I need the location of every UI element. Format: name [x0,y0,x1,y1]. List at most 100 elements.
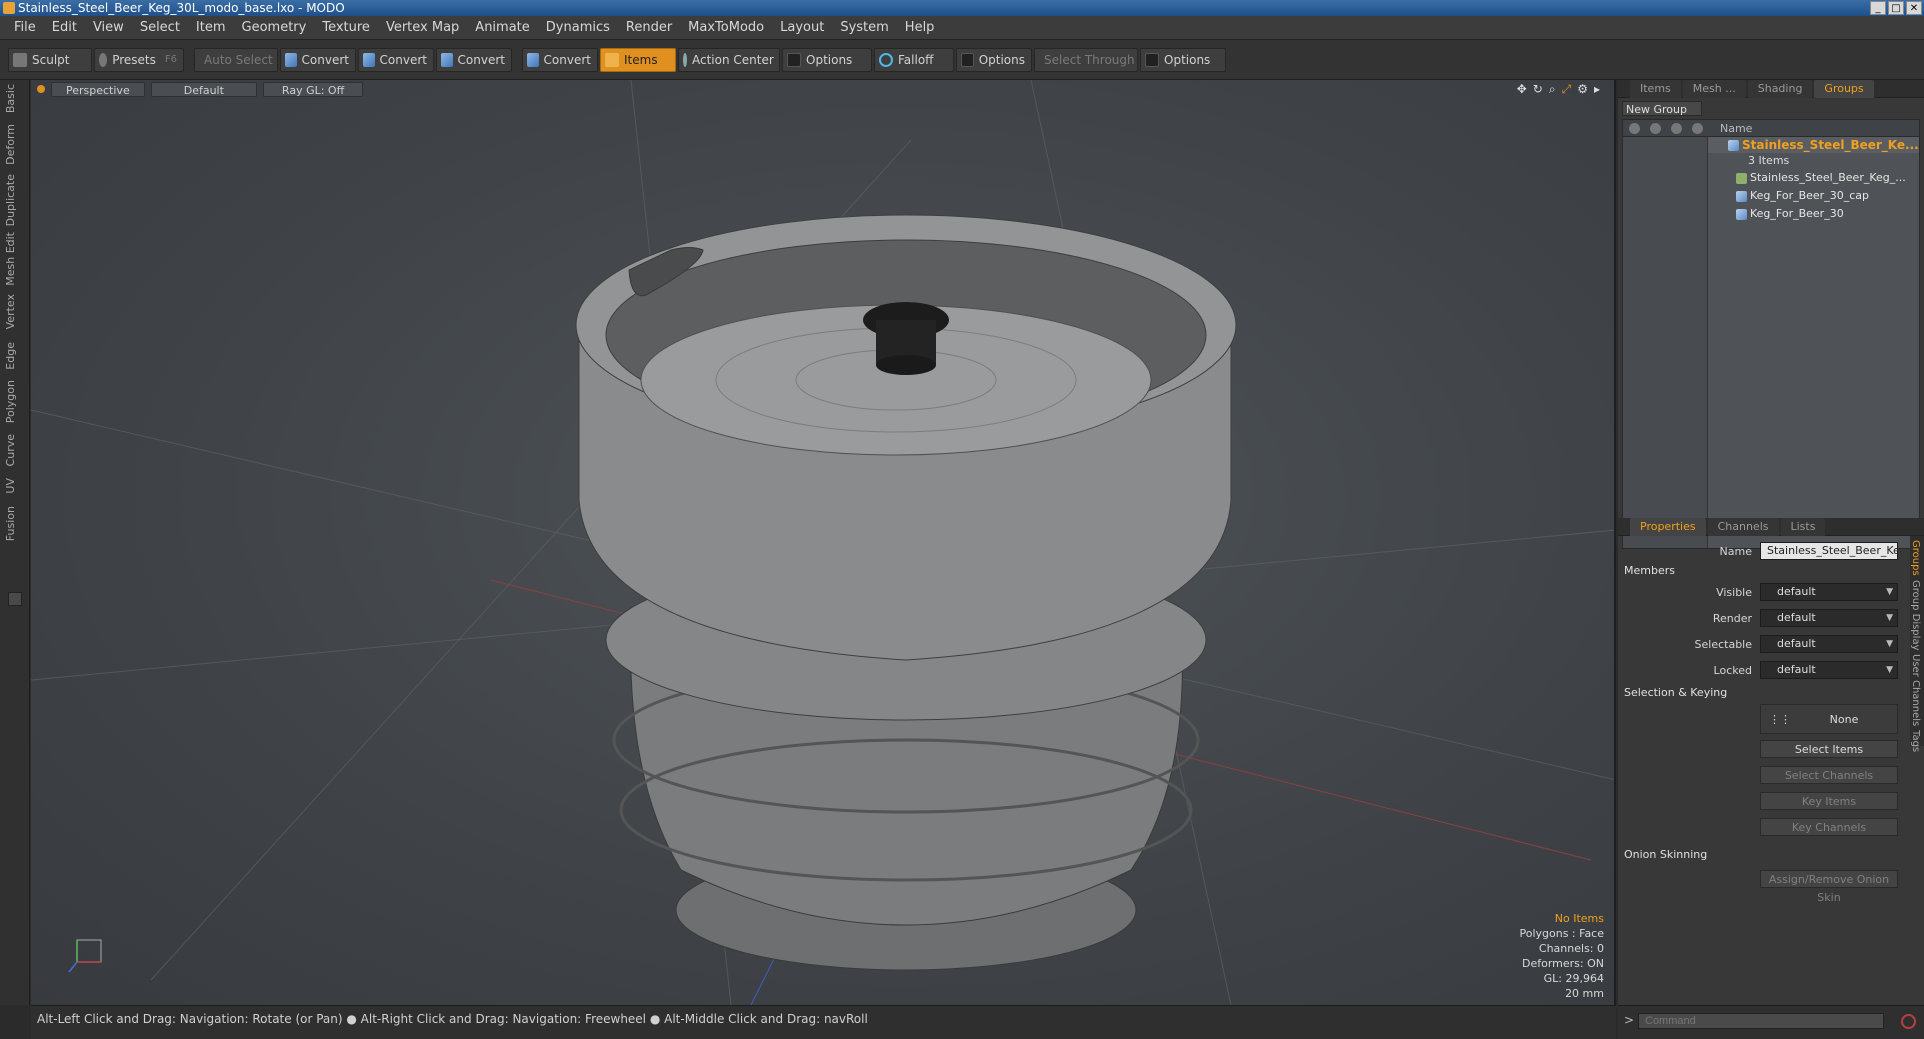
menu-file[interactable]: File [6,16,44,40]
group-count: 3 Items [1748,154,1790,167]
menu-select[interactable]: Select [132,16,188,40]
lock-icon[interactable] [1671,122,1682,134]
menu-render[interactable]: Render [618,16,680,40]
status-bar: Alt-Left Click and Drag: Navigation: Rot… [31,1005,1616,1039]
members-section[interactable]: Members [1624,564,1675,577]
name-column-header[interactable]: Name [1708,122,1752,135]
sculpt-button[interactable]: Sculpt [8,47,92,72]
view-type-dropdown[interactable]: Perspective [51,81,145,97]
convert-edges-button[interactable]: Convert [358,47,434,72]
maximize-button[interactable]: □ [1888,1,1904,15]
action-center-button[interactable]: Action Center [678,47,780,72]
raygl-toggle[interactable]: Ray GL: Off [262,81,364,97]
menu-maxtomodo[interactable]: MaxToModo [680,16,772,40]
new-group-button[interactable]: New Group [1622,101,1702,116]
zoom-icon[interactable]: ⌕ [1549,82,1556,97]
auto-select-button[interactable]: Auto Select [194,47,278,72]
beer-keg-mesh[interactable] [575,214,1237,971]
menu-vertex-map[interactable]: Vertex Map [378,16,467,40]
tab-channels[interactable]: Channels [1707,517,1779,536]
menu-layout[interactable]: Layout [772,16,832,40]
viewport-header: Perspective Default Ray GL: Off [31,80,1614,98]
groups-list[interactable]: Name Stainless_Steel_Beer_Ke... 3 Items … [1622,119,1920,549]
onion-skinning-section[interactable]: Onion Skinning [1624,848,1707,861]
tab-groups[interactable]: Groups [1814,79,1874,98]
tab-duplicate[interactable]: Duplicate [4,174,26,226]
selection-mode-button[interactable]: ⋮⋮ None [1760,704,1898,734]
presets-button[interactable]: Presets F6 [94,47,184,72]
falloff-button[interactable]: Falloff [874,47,954,72]
selection-keying-section[interactable]: Selection & Keying [1624,686,1727,699]
assign-onion-skin-button[interactable]: Assign/Remove Onion Skin [1760,870,1898,904]
key-channels-button[interactable]: Key Channels [1760,818,1898,836]
rotate-icon[interactable]: ↻ [1533,82,1543,97]
convert-polygons-button[interactable]: Convert [436,47,512,72]
3d-viewport[interactable]: Perspective Default Ray GL: Off ✥ ↻ ⌕ ⤢ … [31,80,1616,1005]
render-icon[interactable] [1650,122,1661,134]
falloff-options-button[interactable]: Options [956,47,1032,72]
side-tab-tags[interactable]: Tags [1910,730,1921,752]
tab-uv[interactable]: UV [4,478,26,494]
key-items-button[interactable]: Key Items [1760,792,1898,810]
groups-panel-tabs: Items Mesh ... Shading Groups [1618,79,1924,98]
side-tab-group-display[interactable]: Group Display [1910,580,1921,650]
menu-dynamics[interactable]: Dynamics [538,16,618,40]
tab-items[interactable]: Items [1630,79,1681,98]
tab-vertex[interactable]: Vertex [4,294,26,329]
list-item[interactable]: Keg_For_Beer_30 [1708,206,1919,222]
menu-help[interactable]: Help [897,16,943,40]
tab-mesh-edit[interactable]: Mesh Edit [4,232,26,286]
select-items-button[interactable]: Select Items [1760,740,1898,758]
menu-system[interactable]: System [832,16,896,40]
viewport-options-icon[interactable] [37,85,45,93]
minimize-button[interactable]: _ [1870,1,1886,15]
select-channels-button[interactable]: Select Channels [1760,766,1898,784]
pan-icon[interactable]: ✥ [1517,82,1527,97]
menu-animate[interactable]: Animate [467,16,537,40]
menu-view[interactable]: View [85,16,132,40]
tab-mesh[interactable]: Mesh ... [1682,79,1746,98]
select-through-options-button[interactable]: Options [1140,47,1226,72]
group-row[interactable]: Stainless_Steel_Beer_Ke... [1708,137,1919,153]
gear-icon[interactable]: ⚙ [1577,82,1588,97]
close-button[interactable]: ✕ [1906,1,1922,15]
menu-texture[interactable]: Texture [314,16,378,40]
tab-lists[interactable]: Lists [1780,517,1826,536]
select-icon[interactable] [1692,122,1703,134]
tab-polygon[interactable]: Polygon [4,380,26,423]
side-tab-groups[interactable]: Groups [1910,540,1921,576]
items-cube-icon [605,52,619,67]
tab-properties[interactable]: Properties [1630,517,1706,536]
menu-geometry[interactable]: Geometry [234,16,315,40]
convert-materials-button[interactable]: Convert [522,47,598,72]
tab-fusion[interactable]: Fusion [4,506,26,541]
shading-style-dropdown[interactable]: Default [150,81,257,97]
tab-deform[interactable]: Deform [4,124,26,165]
side-tab-user-channels[interactable]: User Channels [1910,654,1921,726]
title-bar: Stainless_Steel_Beer_Keg_30L_modo_base.l… [0,0,1924,16]
maximize-viewport-icon[interactable]: ⤢ [1562,82,1572,97]
visible-select[interactable]: default ▼ [1760,583,1898,601]
locked-select[interactable]: default ▼ [1760,661,1898,679]
tab-basic[interactable]: Basic [4,84,26,113]
palette-toggle-button[interactable] [8,592,22,606]
select-through-button[interactable]: Select Through [1034,47,1138,72]
viewport-menu-arrow-icon[interactable]: ▸ [1594,82,1600,97]
record-macro-icon[interactable] [1901,1014,1916,1029]
selectable-select[interactable]: default ▼ [1760,635,1898,653]
convert-vertices-button[interactable]: Convert [280,47,356,72]
list-item[interactable]: Keg_For_Beer_30_cap [1708,188,1919,204]
action-center-options-button[interactable]: Options [782,47,872,72]
command-prompt: > [1624,1013,1635,1027]
command-input[interactable] [1638,1013,1884,1029]
eye-icon[interactable] [1629,122,1640,134]
group-name-field[interactable]: Stainless_Steel_Beer_Keg_30L ( [1760,542,1898,560]
tab-shading[interactable]: Shading [1747,79,1813,98]
list-item[interactable]: Stainless_Steel_Beer_Keg_... [1708,170,1919,186]
items-mode-button[interactable]: Items [600,47,676,72]
tab-curve[interactable]: Curve [4,434,26,466]
tab-edge[interactable]: Edge [4,342,26,370]
render-select[interactable]: default ▼ [1760,609,1898,627]
menu-item[interactable]: Item [188,16,234,40]
menu-edit[interactable]: Edit [44,16,85,40]
